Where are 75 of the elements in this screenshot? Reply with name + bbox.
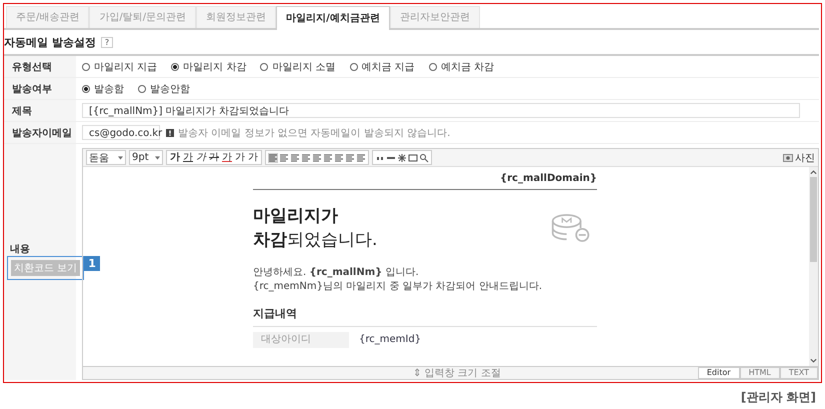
radio-option[interactable]: 마일리지 지급 [82,60,158,74]
align-icon[interactable] [279,152,289,162]
radio-option[interactable]: 발송안함 [138,82,190,96]
radio-icon[interactable] [138,84,146,92]
step-badge: 1 [84,256,100,271]
domain-text: {rc_mallDomain} [498,173,597,184]
scrollbar[interactable] [809,167,818,366]
align-icon[interactable] [356,152,366,162]
subject-field[interactable]: [{rc_mallNm}] 마일리지가 차감되었습니다 [82,103,800,118]
tab[interactable]: 마일리지/예치금관련 [276,6,390,30]
radio-icon[interactable] [82,84,90,92]
headline: 차감되었습니다. [253,229,378,252]
coin-minus-icon [551,213,591,243]
align-icon[interactable] [323,152,333,162]
radio-icon[interactable] [82,62,90,70]
align-icon[interactable] [312,152,322,162]
format-button[interactable]: 가 [195,152,207,164]
radio-label: 마일리지 차감 [183,60,246,74]
helper-text: 발송자 이메일 정보가 없으면 자동메일이 발송되지 않습니다. [178,126,450,140]
table-icon[interactable] [408,152,418,162]
asterisk-icon[interactable] [397,152,407,162]
radio-icon[interactable] [171,62,180,70]
radio-option[interactable]: 마일리지 소멸 [260,60,336,74]
radio-icon[interactable] [428,62,437,70]
format-button[interactable]: 가 [169,152,181,164]
format-button[interactable]: 가 [208,152,220,164]
align-icon[interactable] [290,152,300,162]
caret-icon [118,156,123,160]
help-button[interactable]: ? [100,36,114,48]
email-field[interactable]: cs@godo.co.kr [82,125,160,140]
field-label: 발송자이메일 [4,122,76,144]
format-button[interactable]: 가 [182,152,194,164]
radio-icon[interactable] [350,62,358,70]
radio-option[interactable]: 발송함 [82,82,124,96]
info-icon [166,128,174,136]
editor-mode-tab[interactable]: HTML [740,367,780,379]
headline: 마일리지가 [253,205,339,228]
radio-icon[interactable] [260,62,268,70]
message-text: {rc_memNm}님의 마일리지 중 일부가 차감되어 안내드립니다. [253,280,544,294]
section-title: 자동메일 발송설정 [4,34,96,50]
editor-mode-tab[interactable]: Editor [698,367,740,379]
format-button[interactable]: 가 [234,152,246,164]
radio-option[interactable]: 예치금 지급 [350,60,415,74]
search-icon[interactable] [419,152,429,162]
editor-mode-tab[interactable]: TEXT [780,367,818,379]
field-label: 내용 [9,243,31,256]
photo-button[interactable]: 사진 [783,150,815,164]
size-dropdown[interactable]: 9pt [129,150,163,165]
align-icon[interactable] [268,152,278,162]
align-icon[interactable] [345,152,355,162]
radio-label: 예치금 지급 [362,60,415,74]
align-icon[interactable] [334,152,344,162]
format-button[interactable]: 가 [247,152,259,164]
table-cell-text: {rc_memId} [358,333,422,347]
table-cell: 대상아이디 [253,332,349,348]
chevron-up-icon[interactable] [810,169,817,175]
field-label: 발송여부 [4,78,76,100]
section-heading: 지급내역 [253,306,597,327]
caption: [관리자 화면] [740,389,816,406]
radio-option[interactable]: 예치금 차감 [428,60,494,74]
field-label: 유형선택 [4,56,76,78]
field-label: 제목 [4,100,76,122]
radio-label: 발송안함 [150,82,190,96]
radio-label: 발송함 [94,82,124,96]
greeting-text: 안녕하세요. {rc_mallNm} 입니다. [253,266,420,280]
radio-label: 마일리지 소멸 [272,60,336,74]
radio-label: 마일리지 지급 [94,60,158,74]
format-button[interactable]: 가 [221,152,233,164]
image-icon [783,154,793,162]
align-icon[interactable] [301,152,311,162]
radio-option[interactable]: 마일리지 차감 [171,60,246,74]
font-dropdown[interactable]: 돋움 [86,150,126,165]
caret-icon [155,156,160,160]
radio-label: 예치금 차감 [440,60,494,74]
chevron-down-icon[interactable] [810,358,817,364]
